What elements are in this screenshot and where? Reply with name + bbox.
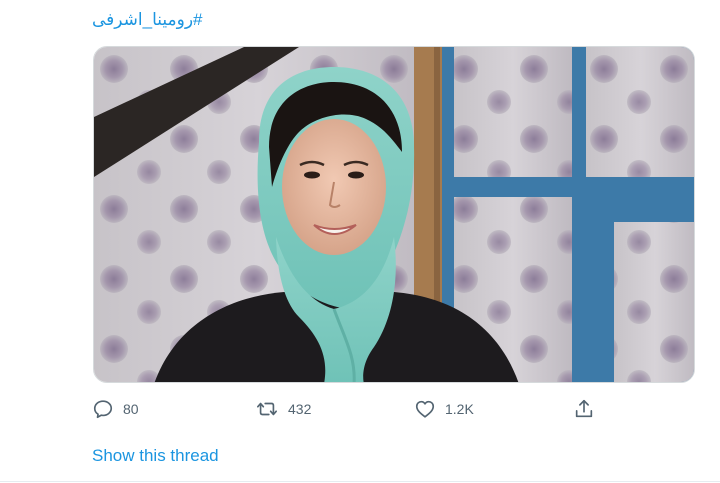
reply-count: 80 [123,401,139,417]
divider [0,481,720,482]
retweet-count: 432 [288,401,312,417]
tweet-card: #رومینا_اشرفی 80 432 1.2K Show this thre… [0,0,720,483]
tweet-media-photo[interactable] [93,46,695,383]
share-button[interactable] [573,398,595,420]
photo-image [94,47,694,382]
tweet-actions: 80 432 1.2K [92,398,612,422]
reply-button[interactable]: 80 [92,398,139,420]
show-thread-link[interactable]: Show this thread [92,446,219,466]
hashtag-link[interactable]: #رومینا_اشرفی [92,10,203,30]
like-count: 1.2K [445,401,474,417]
retweet-icon [257,402,277,416]
share-icon [575,399,593,418]
heart-icon [415,400,435,418]
like-button[interactable]: 1.2K [414,398,474,420]
retweet-button[interactable]: 432 [255,398,311,420]
reply-icon [93,400,113,419]
